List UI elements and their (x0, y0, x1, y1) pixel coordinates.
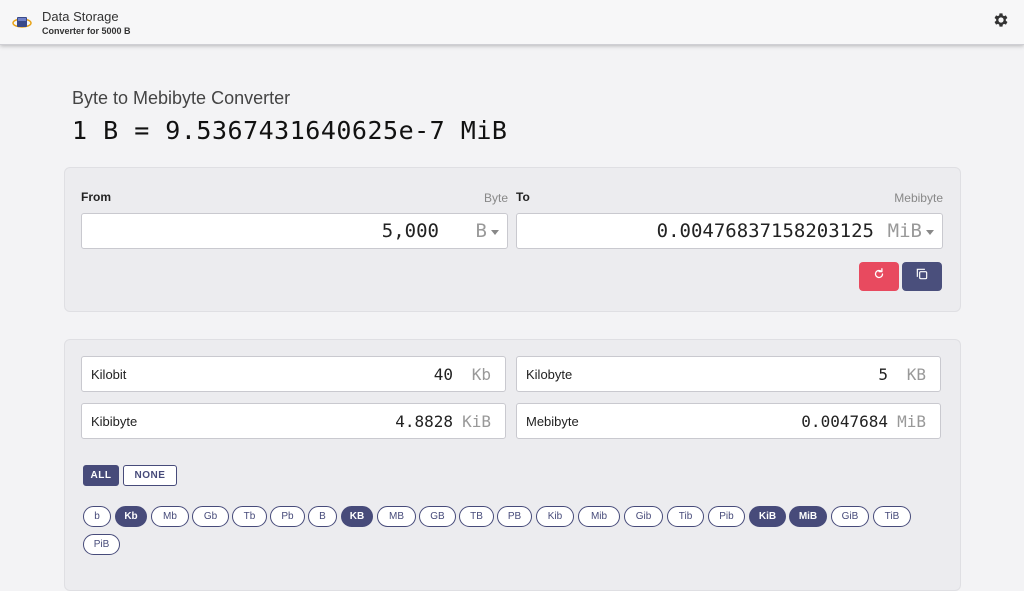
result-unit: KiB (462, 412, 491, 431)
result-field-mebibyte[interactable]: Mebibyte 0.0047684 MiB (516, 403, 941, 439)
storage-logo-icon (12, 14, 32, 30)
result-unit: Kb (471, 365, 491, 384)
to-input[interactable]: 0.00476837158203125 MiB (516, 213, 943, 249)
to-label: To (516, 190, 530, 204)
copy-icon (915, 267, 929, 286)
unit-chip-tbyte[interactable]: TB (459, 506, 494, 527)
to-unit-name: Mebibyte (894, 191, 943, 205)
result-field-kilobyte[interactable]: Kilobyte 5 KB (516, 356, 941, 392)
unit-chip-pebibyte[interactable]: PiB (83, 534, 120, 555)
unit-chip-kbyte[interactable]: KB (341, 506, 373, 527)
to-value: 0.00476837158203125 (656, 220, 874, 242)
to-unit-select[interactable]: MiB (888, 220, 922, 242)
unit-chip-mbyte[interactable]: MB (377, 506, 416, 527)
result-unit: MiB (897, 412, 926, 431)
converter-title: Byte to Mebibyte Converter (72, 88, 291, 108)
caret-down-icon[interactable] (491, 230, 499, 235)
unit-chip-gibibyte[interactable]: GiB (831, 506, 869, 527)
unit-chip-kibit[interactable]: Kib (536, 506, 574, 527)
from-unit-select[interactable]: B (476, 220, 487, 242)
unit-chip-gbyte[interactable]: GB (419, 506, 456, 527)
select-all-button[interactable]: ALL (83, 465, 119, 486)
top-bar: Data Storage Converter for 5000 B (0, 0, 1024, 45)
from-value: 5,000 (381, 220, 439, 242)
result-label: Mebibyte (526, 414, 579, 429)
conversion-result: 1 B = 9.5367431640625e-7 MiB (72, 116, 508, 145)
app-title: Data Storage (42, 9, 119, 24)
unit-chip-b[interactable]: b (83, 506, 111, 527)
result-value: 0.0047684 (801, 412, 888, 431)
unit-chip-mebibyte[interactable]: MiB (789, 506, 827, 527)
unit-chip-kb[interactable]: Kb (115, 506, 147, 527)
unit-chip-tibit[interactable]: Tib (667, 506, 704, 527)
unit-chip-kibibyte[interactable]: KiB (749, 506, 786, 527)
unit-chip-gb[interactable]: Gb (192, 506, 229, 527)
result-label: Kibibyte (91, 414, 138, 429)
reset-button[interactable] (859, 262, 899, 291)
unit-chip-byte[interactable]: B (308, 506, 337, 527)
settings-button[interactable] (990, 11, 1012, 33)
result-unit: KB (906, 365, 926, 384)
gear-icon (992, 11, 1010, 34)
result-value: 5 (878, 365, 888, 384)
caret-down-icon[interactable] (926, 230, 934, 235)
select-none-button[interactable]: NONE (123, 465, 177, 486)
result-value: 40 (433, 365, 453, 384)
from-input[interactable]: 5,000 B (81, 213, 508, 249)
unit-chip-tebibyte[interactable]: TiB (873, 506, 911, 527)
refresh-icon (872, 267, 886, 286)
result-field-kibibyte[interactable]: Kibibyte 4.8828 KiB (81, 403, 506, 439)
unit-chip-pibit[interactable]: Pib (708, 506, 745, 527)
result-label: Kilobyte (526, 367, 573, 382)
result-value: 4.8828 (395, 412, 453, 431)
from-label: From (81, 190, 111, 204)
unit-chip-mibit[interactable]: Mib (578, 506, 620, 527)
app-subtitle: Converter for 5000 B (42, 26, 131, 36)
copy-button[interactable] (902, 262, 942, 291)
result-field-kilobit[interactable]: Kilobit 40 Kb (81, 356, 506, 392)
result-label: Kilobit (91, 367, 127, 382)
from-unit-name: Byte (483, 191, 508, 205)
unit-chip-mb[interactable]: Mb (151, 506, 189, 527)
unit-chip-pb[interactable]: Pb (270, 506, 305, 527)
unit-chip-gibit[interactable]: Gib (624, 506, 663, 527)
unit-chip-tb[interactable]: Tb (232, 506, 267, 527)
unit-chip-pbyte[interactable]: PB (497, 506, 532, 527)
